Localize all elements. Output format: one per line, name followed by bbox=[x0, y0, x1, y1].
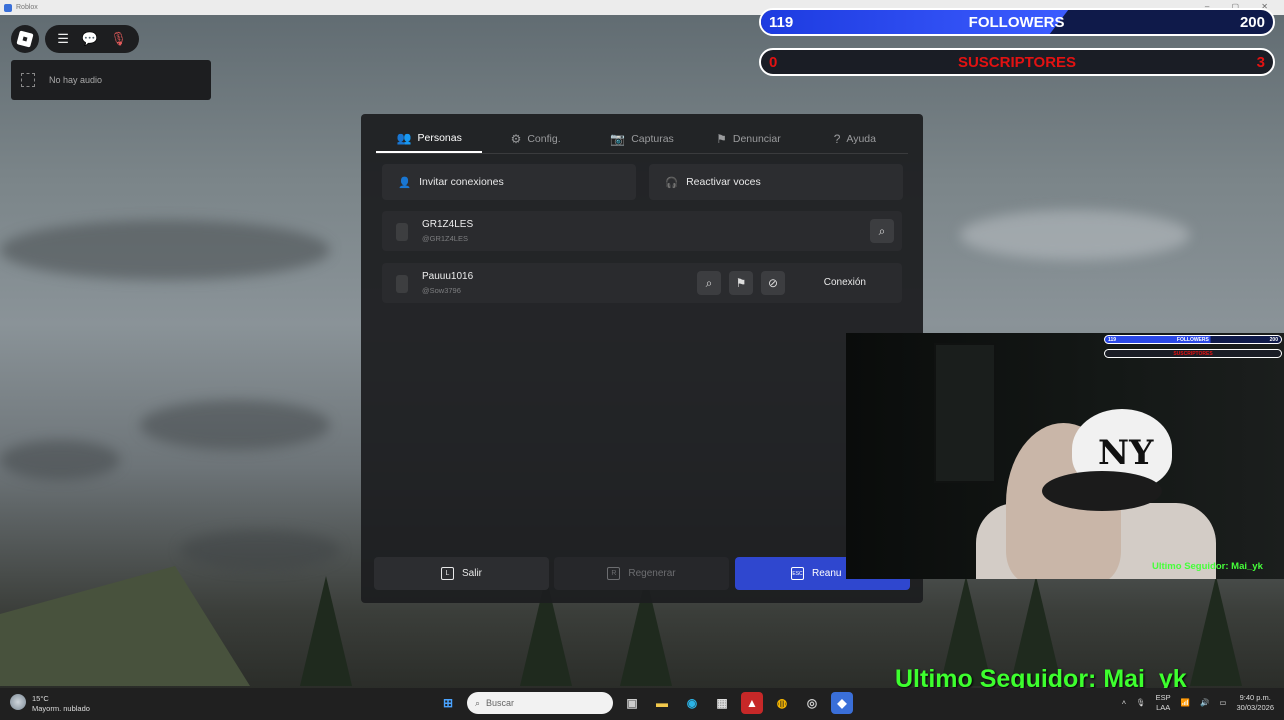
subscribers-goal-bar: 0 SUSCRIPTORES 3 bbox=[759, 48, 1275, 76]
cloud bbox=[960, 210, 1190, 260]
menu-tabs: 👥 Personas ⚙ Config. 📷 Capturas ⚑ Denunciar … bbox=[376, 124, 908, 154]
player-handle: @GR1Z4LES bbox=[422, 234, 468, 243]
task-view-icon[interactable]: ▣ bbox=[621, 692, 643, 714]
flag-icon: ⚑ bbox=[735, 276, 747, 290]
tab-personas[interactable]: 👥 Personas bbox=[376, 124, 483, 153]
clock[interactable]: 9:40 p.m. 30/03/2026 bbox=[1236, 693, 1274, 713]
cloud-icon bbox=[10, 694, 26, 710]
player-name: Pauuu1016 bbox=[422, 271, 474, 282]
weather-temp: 15°C bbox=[32, 694, 49, 703]
headset-icon: 🎧 bbox=[665, 176, 679, 189]
camera-icon: 📷 bbox=[610, 131, 626, 146]
mic-icon[interactable]: 🎙 bbox=[1136, 698, 1146, 708]
player-name: GR1Z4LES bbox=[422, 219, 474, 230]
avatar bbox=[396, 223, 408, 241]
block-icon: ⊘ bbox=[767, 276, 779, 290]
audio-status-panel: No hay audio bbox=[11, 60, 211, 100]
player-row: GR1Z4LES @GR1Z4LES ⌕ bbox=[382, 211, 902, 251]
hud-toolbar: ☰ 💬 🎙 bbox=[45, 25, 139, 53]
followers-goal-bar: 119 FOLLOWERS 200 bbox=[759, 8, 1275, 36]
cam-last-follower: Ultimo Seguidor: Mai_yk bbox=[1152, 561, 1263, 572]
connect-button[interactable]: Conexión bbox=[824, 277, 866, 288]
webcam-overlay: NY 119 FOLLOWERS 200 SUSCRIPTORES Ultimo… bbox=[846, 333, 1284, 579]
wifi-icon[interactable]: 📶 bbox=[1181, 698, 1190, 708]
subscribers-label: SUSCRIPTORES bbox=[957, 53, 1077, 71]
cloud bbox=[140, 400, 330, 450]
tree bbox=[1190, 576, 1242, 686]
key-hint: R bbox=[607, 567, 621, 580]
zoom-icon: ⌕ bbox=[878, 223, 886, 238]
taskbar-search[interactable]: ⌕ Buscar bbox=[467, 692, 613, 714]
cap-brim bbox=[1042, 471, 1162, 511]
roblox-menu-button[interactable] bbox=[11, 25, 39, 53]
store-icon[interactable]: ▦ bbox=[711, 692, 733, 714]
window-title: Roblox bbox=[16, 4, 38, 11]
mic-muted-icon[interactable]: 🎙 bbox=[110, 31, 127, 47]
followers-label: FOLLOWERS bbox=[968, 13, 1065, 31]
windows-start-icon[interactable]: ⊞ bbox=[437, 692, 459, 714]
tab-capturas[interactable]: 📷 Capturas bbox=[589, 124, 695, 153]
audio-frame-icon bbox=[21, 73, 35, 87]
cloud bbox=[180, 530, 340, 570]
report-button[interactable]: ⚑ bbox=[729, 271, 753, 295]
reset-button[interactable]: R Regenerar bbox=[554, 557, 729, 590]
weather-desc: Mayorm. nublado bbox=[32, 704, 90, 713]
app-red-icon[interactable]: ▲ bbox=[741, 692, 763, 714]
key-hint: L bbox=[440, 567, 454, 580]
battery-icon[interactable]: ▭ bbox=[1219, 698, 1226, 708]
tab-denunciar[interactable]: ⚑ Denunciar bbox=[695, 124, 801, 153]
gear-icon: ⚙ bbox=[510, 131, 522, 146]
taskbar: 15°C Mayorm. nublado ⊞ ⌕ Buscar ▣ ▬ ◉ ▦ … bbox=[0, 688, 1284, 720]
hamburger-icon[interactable]: ☰ bbox=[57, 31, 69, 47]
player-row: Pauuu1016 @Sow3796 ⌕ ⚑ ⊘ Conexión bbox=[382, 263, 902, 303]
key-hint: ESC bbox=[791, 567, 804, 580]
followers-current: 119 bbox=[769, 13, 794, 31]
add-person-icon: 👤 bbox=[398, 176, 412, 189]
wall-painting bbox=[934, 343, 996, 483]
avatar bbox=[396, 275, 408, 293]
cloud bbox=[0, 220, 330, 280]
block-button[interactable]: ⊘ bbox=[761, 271, 785, 295]
weather-widget[interactable]: 15°C Mayorm. nublado bbox=[10, 694, 90, 714]
search-icon: ⌕ bbox=[475, 697, 481, 708]
tent bbox=[0, 566, 250, 686]
language-indicator[interactable]: ESP LAA bbox=[1156, 693, 1171, 713]
help-icon: ? bbox=[833, 131, 841, 146]
chat-icon[interactable]: 💬 bbox=[81, 31, 97, 47]
audio-status-text: No hay audio bbox=[49, 75, 103, 85]
flag-icon: ⚑ bbox=[716, 131, 727, 146]
leave-button[interactable]: L Salir bbox=[374, 557, 549, 590]
chrome-icon[interactable]: ◍ bbox=[771, 692, 793, 714]
edge-icon[interactable]: ◉ bbox=[681, 692, 703, 714]
people-icon: 👥 bbox=[396, 130, 412, 145]
taskbar-apps: ⊞ ⌕ Buscar ▣ ▬ ◉ ▦ ▲ ◍ ◎ ◆ bbox=[437, 692, 853, 714]
roblox-logo-icon bbox=[16, 30, 34, 48]
zoom-icon: ⌕ bbox=[705, 275, 713, 290]
tab-ayuda[interactable]: ? Ayuda bbox=[802, 124, 908, 153]
subscribers-goal: 3 bbox=[1256, 53, 1265, 71]
mini-subscribers-bar: SUSCRIPTORES bbox=[1104, 349, 1282, 358]
roblox-pause-menu: 👥 Personas ⚙ Config. 📷 Capturas ⚑ Denunciar … bbox=[361, 114, 923, 603]
roblox-taskbar-icon[interactable]: ◆ bbox=[831, 692, 853, 714]
player-handle: @Sow3796 bbox=[422, 286, 461, 295]
cloud bbox=[0, 440, 120, 480]
inspect-button[interactable]: ⌕ bbox=[870, 219, 894, 243]
reactivate-voices-button[interactable]: 🎧 Reactivar voces bbox=[649, 164, 903, 200]
tab-config[interactable]: ⚙ Config. bbox=[482, 124, 588, 153]
system-tray: ˄ 🎙 ESP LAA 📶 🔊 ▭ 9:40 p.m. 30/03/2026 bbox=[1122, 693, 1274, 713]
invite-connections-button[interactable]: 👤 Invitar conexiones bbox=[382, 164, 636, 200]
obs-icon[interactable]: ◎ bbox=[801, 692, 823, 714]
volume-icon[interactable]: 🔊 bbox=[1200, 698, 1209, 708]
followers-goal: 200 bbox=[1239, 13, 1265, 31]
tree bbox=[300, 576, 352, 686]
chevron-up-icon[interactable]: ˄ bbox=[1122, 698, 1126, 708]
inspect-button[interactable]: ⌕ bbox=[697, 271, 721, 295]
subscribers-current: 0 bbox=[769, 53, 778, 71]
ny-logo: NY bbox=[1098, 433, 1154, 473]
mini-followers-bar: 119 FOLLOWERS 200 bbox=[1104, 335, 1282, 344]
file-explorer-icon[interactable]: ▬ bbox=[651, 692, 673, 714]
roblox-app-icon bbox=[4, 3, 12, 12]
